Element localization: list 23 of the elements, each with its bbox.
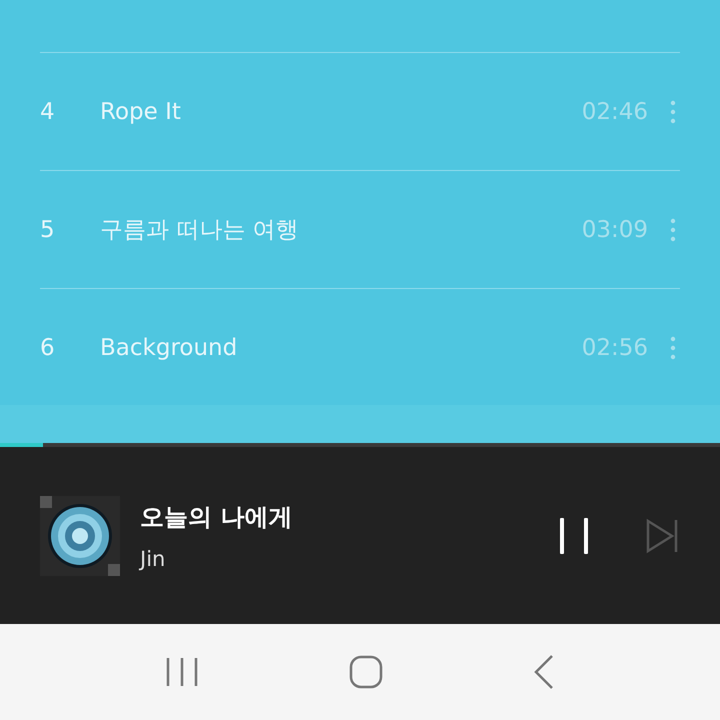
home-button[interactable] <box>349 655 383 689</box>
track-duration: 02:56 <box>582 334 648 360</box>
progress-track[interactable] <box>0 443 720 447</box>
kebab-icon <box>670 336 676 360</box>
back-button[interactable] <box>533 654 555 690</box>
recents-button[interactable] <box>165 656 199 688</box>
kebab-icon <box>670 100 676 124</box>
track-title[interactable]: 구름과 떠나는 여행 <box>100 214 582 245</box>
song-title: 오늘의 나에게 <box>140 502 294 532</box>
kebab-icon <box>670 218 676 242</box>
track-number: 6 <box>40 334 56 360</box>
next-button[interactable] <box>644 518 680 554</box>
track-duration: 02:46 <box>582 98 648 124</box>
artist-name: Jin <box>140 546 166 570</box>
track-title[interactable]: Rope It <box>100 98 582 124</box>
back-icon <box>533 654 555 690</box>
track-duration: 03:09 <box>582 216 648 242</box>
recents-icon <box>165 656 199 688</box>
track-number: 4 <box>40 98 56 124</box>
skip-next-icon <box>644 518 680 554</box>
track-number: 5 <box>40 216 56 242</box>
home-icon <box>349 655 383 689</box>
track-title[interactable]: Background <box>100 334 582 360</box>
